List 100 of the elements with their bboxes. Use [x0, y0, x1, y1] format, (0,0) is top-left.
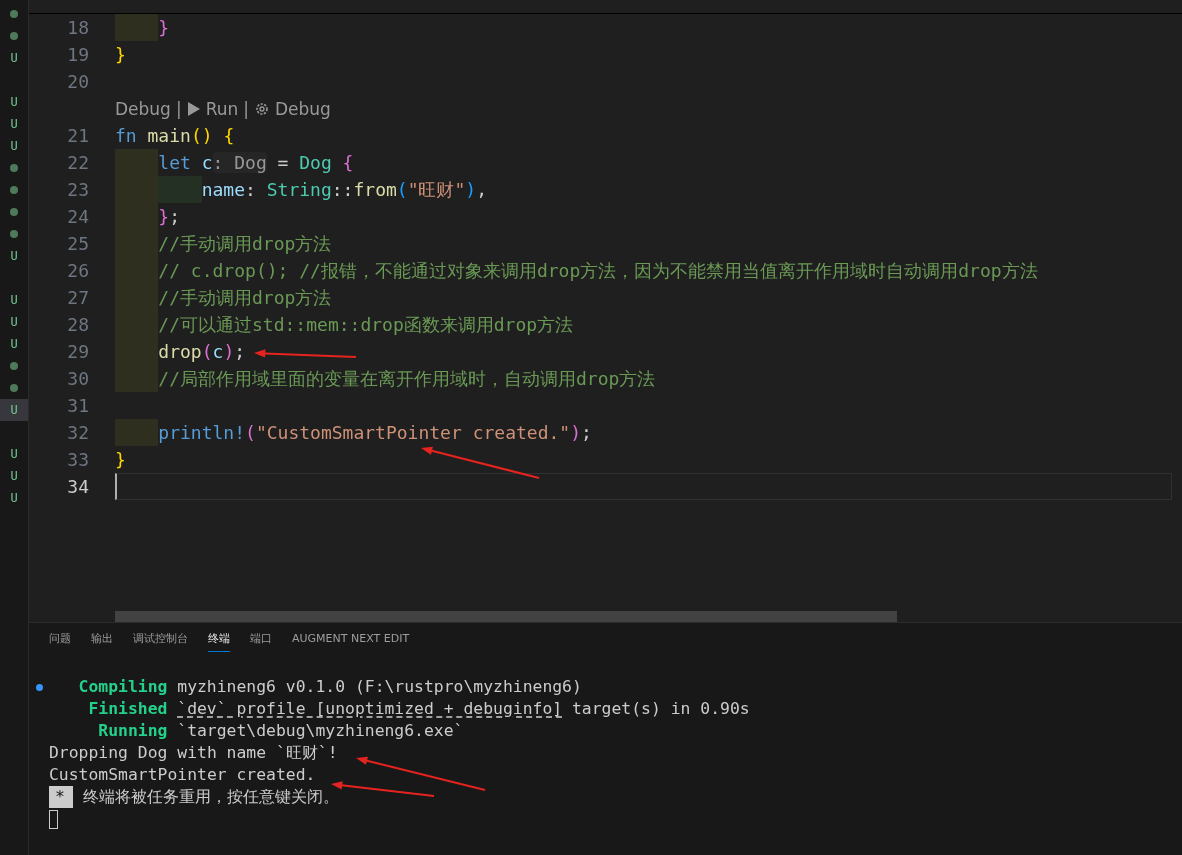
status-dot — [10, 208, 18, 216]
untracked-marker: U — [10, 117, 18, 131]
debug-link[interactable]: Debug — [275, 98, 331, 119]
status-dot — [10, 230, 18, 238]
code-comment: //可以通过std::mem::drop函数来调用drop方法 — [158, 314, 574, 335]
code-comment: // c.drop(); //报错，不能通过对象来调用drop方法，因为不能禁用当值离开作用域时自动调用drop方法 — [158, 260, 1038, 281]
untracked-marker: U — [10, 491, 18, 505]
inlay-hint: : Dog — [212, 152, 267, 173]
terminal-badge: * — [49, 786, 73, 808]
line-number: 32 — [66, 421, 89, 445]
line-number: 26 — [66, 259, 89, 283]
run-link[interactable]: Run — [205, 98, 239, 119]
code-comment: //手动调用drop方法 — [158, 233, 332, 254]
debug-link[interactable]: Debug — [115, 98, 171, 119]
untracked-marker: U — [10, 469, 18, 483]
terminal-text: `target\debug\myzhineng6.exe` — [177, 720, 464, 742]
code-token: let — [158, 152, 191, 173]
status-dot — [10, 186, 18, 194]
terminal-text: target(s) in 0.90s — [571, 698, 750, 720]
code-token: = — [276, 152, 290, 173]
line-number: 27 — [66, 286, 89, 310]
line-number: 19 — [66, 43, 89, 67]
status-word: Finished — [87, 698, 168, 720]
panel-tab[interactable]: 终端 — [208, 631, 230, 652]
code-token: "旺财" — [407, 179, 466, 200]
code-token: : — [245, 179, 257, 200]
code-token: ( — [201, 341, 213, 362]
status-dot — [10, 164, 18, 172]
line-number: 28 — [66, 313, 89, 337]
scrollbar-thumb[interactable] — [115, 611, 897, 622]
code-token: ( — [245, 422, 256, 443]
untracked-marker: U — [10, 337, 18, 351]
status-dot — [10, 10, 18, 18]
code-token: c — [200, 152, 213, 173]
play-icon — [186, 100, 201, 117]
line-number: 24 — [66, 205, 89, 229]
code-token: } — [115, 44, 126, 65]
code-token: { — [222, 125, 235, 146]
code-token: :: — [331, 179, 354, 200]
code-token: c — [212, 341, 224, 362]
code-token: "CustomSmartPointer created." — [255, 422, 571, 443]
terminal-text: myzhineng6 v0.1.0 (F:\rustpro\myzhineng6) — [177, 676, 582, 698]
status-dot — [10, 32, 18, 40]
untracked-marker: U — [10, 293, 18, 307]
line-number: 31 — [66, 394, 89, 418]
status-word: Compiling — [77, 676, 168, 698]
untracked-marker: U — [10, 95, 18, 109]
untracked-marker: U — [10, 51, 18, 65]
line-number: 29 — [66, 340, 89, 364]
code-token: ; — [234, 341, 246, 362]
code-token: String — [266, 179, 332, 200]
code-token: ) — [465, 179, 477, 200]
code-token: ) — [223, 341, 235, 362]
panel-tab[interactable]: AUGMENT NEXT EDIT — [292, 631, 410, 652]
status-word: Running — [97, 720, 168, 742]
panel-tab[interactable]: 问题 — [49, 631, 71, 652]
panel-tab[interactable]: 端口 — [250, 631, 272, 652]
terminal-text: CustomSmartPointer created. — [49, 764, 316, 786]
code-token: ; — [581, 422, 592, 443]
terminal-cursor — [49, 809, 58, 829]
code-token: drop — [158, 341, 202, 362]
code-token: ; — [169, 206, 181, 227]
gear-icon — [254, 100, 270, 117]
code-token: , — [476, 179, 488, 200]
untracked-marker: U — [10, 315, 18, 329]
terminal-text: 终端将被任务重用，按任意键关闭。 — [82, 786, 339, 808]
line-number: 23 — [66, 178, 89, 202]
line-number: 21 — [66, 124, 89, 148]
status-dot — [10, 384, 18, 392]
code-token: ) — [570, 422, 581, 443]
untracked-marker: U — [10, 447, 18, 461]
untracked-marker: U — [10, 403, 18, 417]
line-number: 30 — [66, 367, 89, 391]
code-comment: //手动调用drop方法 — [158, 287, 332, 308]
code-token: name — [201, 179, 246, 200]
terminal-link[interactable]: `dev` profile [unoptimized + debuginfo] — [177, 698, 563, 720]
line-number: 33 — [66, 448, 89, 472]
terminal-text: Dropping Dog with name `旺财`! — [49, 742, 338, 764]
code-token: } — [158, 206, 170, 227]
command-marker — [35, 683, 43, 691]
line-number: 18 — [66, 16, 89, 40]
status-dot — [10, 362, 18, 370]
code-token: Dog — [299, 152, 332, 173]
panel-tab[interactable]: 调试控制台 — [133, 631, 188, 652]
code-token: println! — [158, 422, 246, 443]
separator: | — [243, 98, 249, 119]
indent-guide — [115, 14, 159, 41]
line-number: 34 — [66, 475, 89, 499]
code-token: from — [353, 179, 397, 200]
code-token: } — [115, 449, 126, 470]
code-token: } — [158, 17, 170, 38]
line-number: 22 — [66, 151, 89, 175]
code-token: ( — [396, 179, 408, 200]
line-number: 25 — [66, 232, 89, 256]
code-comment: //局部作用域里面的变量在离开作用域时，自动调用drop方法 — [158, 368, 656, 389]
untracked-marker: U — [10, 139, 18, 153]
separator: | — [175, 98, 182, 119]
code-token: main — [146, 125, 191, 146]
panel-tab[interactable]: 输出 — [91, 631, 113, 652]
untracked-marker: U — [10, 249, 18, 263]
